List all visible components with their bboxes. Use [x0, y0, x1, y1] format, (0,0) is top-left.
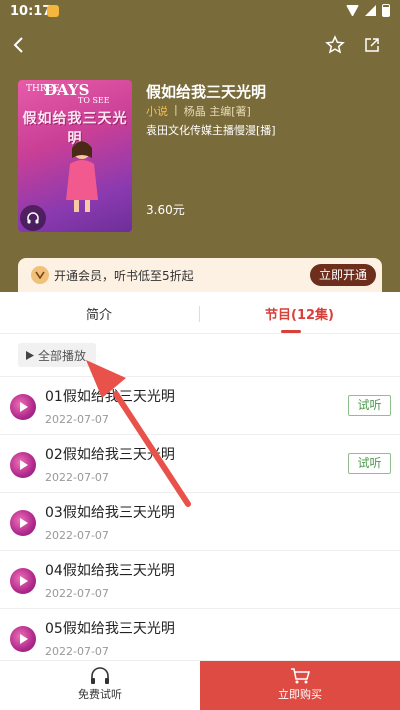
episode-row[interactable]: 01假如给我三天光明 2022-07-07 试听	[0, 376, 400, 434]
book-publisher: 袁田文化传媒主播慢漫[播]	[146, 124, 276, 137]
episode-title: 01假如给我三天光明	[45, 389, 175, 405]
vip-promo-text: 开通会员，听书低至5折起	[54, 269, 194, 283]
episode-list: 01假如给我三天光明 2022-07-07 试听 02假如给我三天光明 2022…	[0, 376, 400, 666]
meta-separator: |	[174, 103, 178, 116]
episode-date: 2022-07-07	[45, 471, 109, 484]
book-header: 10:17 THREE DAYS TO SEE 假如给我三天光明 假如给我三天光…	[0, 0, 400, 292]
book-meta: 小说 | 杨晶 主编[著]	[146, 103, 251, 119]
episode-thumbnail	[10, 394, 36, 420]
battery-icon	[382, 4, 390, 17]
play-all-label: 全部播放	[38, 348, 87, 363]
status-time: 10:17	[10, 4, 52, 19]
share-icon[interactable]	[361, 34, 383, 56]
episode-title: 02假如给我三天光明	[45, 447, 175, 463]
vip-open-button[interactable]: 立即开通	[310, 264, 376, 286]
book-price: 3.60元	[146, 203, 185, 217]
wifi-icon	[346, 5, 359, 16]
vip-promo-bar: 开通会员，听书低至5折起 立即开通	[18, 258, 382, 292]
cover-illustration	[66, 141, 98, 212]
buy-now-button[interactable]: 立即购买	[200, 661, 400, 710]
episode-date: 2022-07-07	[45, 529, 109, 542]
trial-listen-button[interactable]: 试听	[348, 395, 391, 416]
episode-row[interactable]: 05假如给我三天光明 2022-07-07	[0, 608, 400, 666]
cart-icon	[291, 668, 310, 684]
back-icon[interactable]	[8, 34, 30, 56]
episode-title: 03假如给我三天光明	[45, 505, 175, 521]
vip-crown-icon	[31, 266, 49, 284]
buy-now-label: 立即购买	[278, 688, 322, 701]
top-nav	[0, 30, 400, 60]
episode-row[interactable]: 02假如给我三天光明 2022-07-07 试听	[0, 434, 400, 492]
episode-thumbnail	[10, 452, 36, 478]
cover-headphone-icon	[20, 205, 46, 231]
free-listen-label: 免费试听	[78, 688, 122, 701]
tab-programs[interactable]: 节目(12集)	[265, 304, 334, 323]
book-title: 假如给我三天光明	[146, 83, 267, 101]
detail-tabs: 简介 节目(12集)	[0, 292, 400, 334]
episode-date: 2022-07-07	[45, 587, 109, 600]
episode-thumbnail	[10, 568, 36, 594]
cover-title-suffix: TO SEE	[78, 96, 110, 105]
tab-intro[interactable]: 简介	[86, 304, 112, 323]
episode-row[interactable]: 03假如给我三天光明 2022-07-07	[0, 492, 400, 550]
episode-title: 05假如给我三天光明	[45, 621, 175, 637]
episode-row[interactable]: 04假如给我三天光明 2022-07-07	[0, 550, 400, 608]
status-indicators	[346, 4, 390, 17]
free-listen-button[interactable]: 免费试听	[0, 661, 200, 710]
star-icon[interactable]	[324, 34, 346, 56]
trial-listen-button[interactable]: 试听	[348, 453, 391, 474]
episode-thumbnail	[10, 510, 36, 536]
episode-date: 2022-07-07	[45, 413, 109, 426]
status-bar: 10:17	[0, 0, 400, 24]
play-all-button[interactable]: 全部播放	[18, 343, 96, 367]
bottom-action-bar: 免费试听 立即购买	[0, 660, 400, 710]
play-icon	[26, 350, 34, 360]
app-notification-icon	[47, 5, 59, 17]
tab-divider	[199, 306, 200, 322]
headphone-icon	[91, 667, 109, 684]
episode-date: 2022-07-07	[45, 645, 109, 658]
active-tab-indicator	[281, 330, 301, 333]
cell-signal-icon	[365, 5, 376, 16]
book-author: 杨晶 主编[著]	[183, 105, 251, 118]
episode-title: 04假如给我三天光明	[45, 563, 175, 579]
book-category[interactable]: 小说	[146, 103, 168, 119]
episode-thumbnail	[10, 626, 36, 652]
